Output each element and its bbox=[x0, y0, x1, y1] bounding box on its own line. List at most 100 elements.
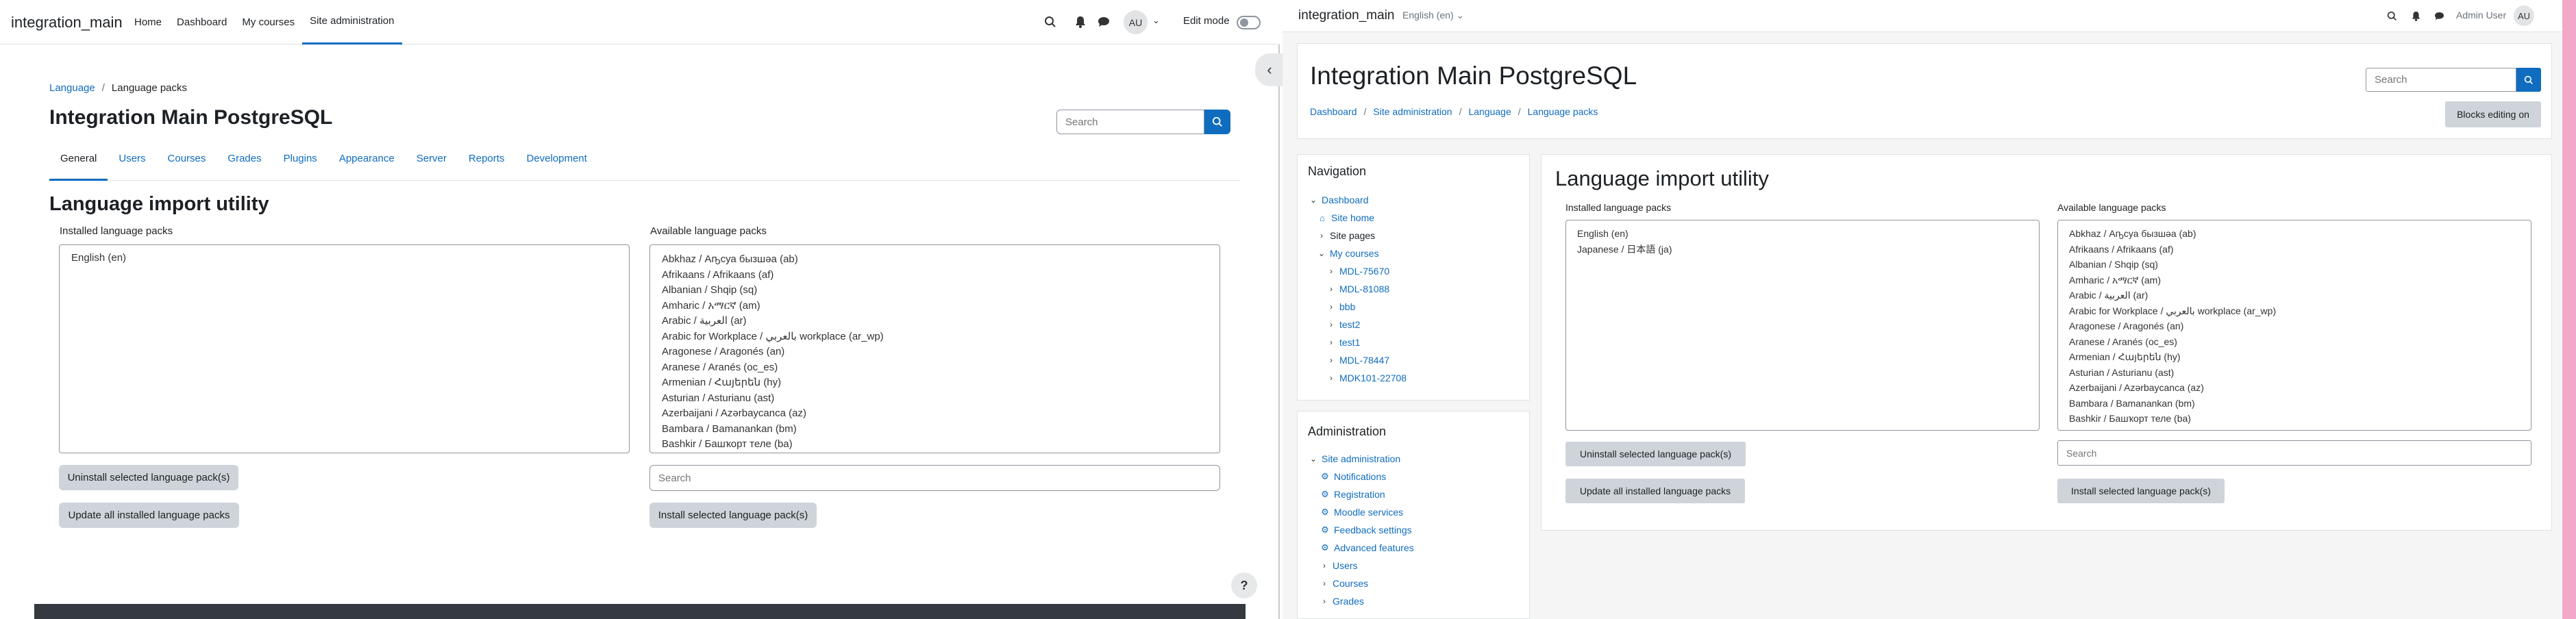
admin-tree-item[interactable]: › Users bbox=[1320, 560, 1358, 571]
available-pack-option[interactable]: Aranese / Aranés (oc_es) bbox=[662, 360, 1219, 376]
edit-mode-toggle[interactable] bbox=[1237, 16, 1261, 29]
nav-tree-label[interactable]: MDK101-22708 bbox=[1339, 372, 1407, 383]
nav-tree-item[interactable]: › bbb bbox=[1327, 301, 1355, 312]
nav-site-administration[interactable]: Site administration bbox=[302, 0, 402, 45]
available-pack-option[interactable]: Aragonese / Aragonés (an) bbox=[2069, 318, 2531, 334]
admin-tree-item[interactable]: ⚙ Moodle services bbox=[1320, 507, 1403, 518]
nav-tree-label[interactable]: bbb bbox=[1339, 301, 1355, 312]
available-pack-option[interactable]: Afrikaans / Afrikaans (af) bbox=[662, 268, 1219, 283]
nav-tree-item[interactable]: ⌂ Site home bbox=[1317, 212, 1374, 223]
available-packs-list[interactable]: Abkhaz / Аҧсуа бызшәа (ab) Afrikaans / A… bbox=[649, 244, 1220, 453]
language-menu[interactable]: English (en) ⌄ bbox=[1402, 10, 1464, 21]
installed-pack-option[interactable]: English (en) bbox=[1577, 226, 2039, 242]
available-pack-option[interactable]: Amharic / አማርኛ (am) bbox=[2069, 273, 2531, 288]
available-pack-option[interactable]: Bambara / Bamanankan (bm) bbox=[2069, 396, 2531, 412]
nav-tree-label[interactable]: Site home bbox=[1331, 212, 1374, 223]
admin-search-button[interactable] bbox=[2516, 68, 2541, 92]
admin-search-input[interactable] bbox=[1056, 110, 1204, 134]
nav-tree-label[interactable]: test1 bbox=[1339, 337, 1360, 348]
nav-tree-item[interactable]: › MDL-78447 bbox=[1327, 355, 1389, 366]
admin-search-button[interactable] bbox=[1204, 110, 1230, 134]
site-brand[interactable]: integration_main bbox=[11, 14, 123, 31]
tab-reports[interactable]: Reports bbox=[458, 145, 516, 180]
available-pack-option[interactable]: Abkhaz / Аҧсуа бызшәа (ab) bbox=[2069, 226, 2531, 242]
available-pack-option[interactable]: Aranese / Aranés (oc_es) bbox=[2069, 334, 2531, 350]
nav-tree-label[interactable]: My courses bbox=[1330, 248, 1379, 259]
installed-packs-list[interactable]: English (en) bbox=[59, 244, 630, 453]
admin-tree-label[interactable]: Feedback settings bbox=[1334, 525, 1412, 535]
nav-tree-item[interactable]: › MDL-81088 bbox=[1327, 283, 1389, 294]
admin-tree-label[interactable]: Grades bbox=[1333, 596, 1364, 607]
available-pack-option[interactable]: Arabic / العربية (ar) bbox=[2069, 288, 2531, 303]
admin-tree-item[interactable]: ⚙ Advanced features bbox=[1320, 542, 1414, 553]
nav-tree-item[interactable]: › MDK101-22708 bbox=[1327, 372, 1407, 383]
admin-tree-item[interactable]: › Courses bbox=[1320, 578, 1368, 589]
admin-tree-label[interactable]: Courses bbox=[1333, 578, 1368, 589]
admin-tree-item[interactable]: ⌄ Site administration bbox=[1309, 453, 1400, 464]
installed-packs-list[interactable]: English (en) Japanese / 日本語 (ja) bbox=[1565, 220, 2040, 431]
available-pack-option[interactable]: Aragonese / Aragonés (an) bbox=[662, 344, 1219, 360]
available-pack-option[interactable]: Azerbaijani / Azərbaycanca (az) bbox=[662, 406, 1219, 422]
uninstall-packs-button[interactable]: Uninstall selected language pack(s) bbox=[59, 465, 238, 490]
nav-tree-label[interactable]: MDL-75670 bbox=[1339, 266, 1389, 277]
nav-home[interactable]: Home bbox=[127, 0, 169, 45]
admin-tree-label[interactable]: Moodle services bbox=[1334, 507, 1403, 518]
open-block-drawer-chevron-left-icon[interactable]: ‹ bbox=[1255, 53, 1284, 86]
nav-my-courses[interactable]: My courses bbox=[234, 0, 302, 45]
admin-tree-item[interactable]: ⚙ Notifications bbox=[1320, 471, 1386, 482]
admin-tree-label[interactable]: Notifications bbox=[1334, 471, 1386, 482]
admin-tree-item[interactable]: ⚙ Feedback settings bbox=[1320, 525, 1412, 535]
available-pack-option[interactable]: Armenian / Հայերեն (hy) bbox=[2069, 349, 2531, 365]
available-pack-option[interactable]: Bashkir / Башҡорт теле (ba) bbox=[662, 437, 1219, 453]
admin-tree-label[interactable]: Advanced features bbox=[1334, 542, 1414, 553]
breadcrumb-language[interactable]: Language bbox=[1468, 106, 1511, 117]
available-pack-option[interactable]: Asturian / Asturianu (ast) bbox=[2069, 365, 2531, 381]
available-pack-option[interactable]: Arabic for Workplace / بالعربي workplace… bbox=[662, 329, 1219, 345]
notifications-bell-icon[interactable] bbox=[2410, 10, 2422, 22]
available-pack-option[interactable]: Asturian / Asturianu (ast) bbox=[662, 391, 1219, 407]
nav-dashboard[interactable]: Dashboard bbox=[169, 0, 234, 45]
available-pack-option[interactable]: Afrikaans / Afrikaans (af) bbox=[2069, 242, 2531, 257]
available-pack-option[interactable]: Arabic / العربية (ar) bbox=[662, 314, 1219, 329]
admin-search-input[interactable] bbox=[2366, 68, 2516, 92]
uninstall-packs-button[interactable]: Uninstall selected language pack(s) bbox=[1565, 442, 1746, 466]
update-packs-button[interactable]: Update all installed language packs bbox=[1565, 479, 1745, 503]
help-button[interactable]: ? bbox=[1231, 572, 1257, 598]
breadcrumb-dashboard[interactable]: Dashboard bbox=[1310, 106, 1357, 117]
blocks-editing-button[interactable]: Blocks editing on bbox=[2445, 101, 2541, 127]
nav-tree-label[interactable]: MDL-78447 bbox=[1339, 355, 1389, 366]
admin-tree-item[interactable]: › Grades bbox=[1320, 596, 1364, 607]
available-packs-list[interactable]: Abkhaz / Аҧсуа бызшәа (ab) Afrikaans / A… bbox=[2057, 220, 2531, 431]
nav-tree-item[interactable]: ⌄ Dashboard bbox=[1309, 194, 1369, 205]
available-pack-option[interactable]: Bambara / Bamanankan (bm) bbox=[662, 422, 1219, 438]
nav-tree-item[interactable]: › Site pages bbox=[1317, 230, 1375, 241]
search-icon[interactable] bbox=[1043, 15, 1057, 29]
breadcrumb-language-packs[interactable]: Language packs bbox=[1528, 106, 1598, 117]
tab-plugins[interactable]: Plugins bbox=[273, 145, 328, 180]
install-packs-button[interactable]: Install selected language pack(s) bbox=[649, 503, 817, 528]
nav-tree-label[interactable]: MDL-81088 bbox=[1339, 283, 1389, 294]
available-pack-option[interactable]: Bashkir / Башҡорт теле (ba) bbox=[2069, 411, 2531, 427]
installed-pack-option[interactable]: Japanese / 日本語 (ja) bbox=[1577, 242, 2039, 257]
nav-tree-item[interactable]: ⌄ My courses bbox=[1317, 248, 1379, 259]
admin-tree-label[interactable]: Site administration bbox=[1322, 453, 1400, 464]
tab-users[interactable]: Users bbox=[108, 145, 156, 180]
nav-tree-item[interactable]: › test1 bbox=[1327, 337, 1360, 348]
available-pack-option[interactable]: Albanian / Shqip (sq) bbox=[2069, 257, 2531, 273]
update-packs-button[interactable]: Update all installed language packs bbox=[59, 503, 239, 528]
user-menu-chevron-down-icon[interactable]: ⌄ bbox=[1152, 15, 1160, 26]
available-packs-search-input[interactable] bbox=[2057, 440, 2531, 466]
available-pack-option[interactable]: Armenian / Հայերեն (hy) bbox=[662, 375, 1219, 391]
tab-development[interactable]: Development bbox=[515, 145, 597, 180]
tab-courses[interactable]: Courses bbox=[157, 145, 217, 180]
admin-tree-item[interactable]: ⚙ Registration bbox=[1320, 489, 1385, 500]
available-pack-option[interactable]: Abkhaz / Аҧсуа бызшәа (ab) bbox=[662, 252, 1219, 268]
notifications-bell-icon[interactable] bbox=[1074, 15, 1087, 29]
nav-tree-label[interactable]: test2 bbox=[1339, 319, 1360, 330]
user-avatar[interactable]: AU bbox=[1124, 10, 1148, 34]
tab-general[interactable]: General bbox=[49, 145, 108, 181]
nav-tree-item[interactable]: › test2 bbox=[1327, 319, 1360, 330]
install-packs-button[interactable]: Install selected language pack(s) bbox=[2057, 479, 2225, 503]
admin-tree-label[interactable]: Registration bbox=[1334, 489, 1385, 500]
available-pack-option[interactable]: Arabic for Workplace / بالعربي workplace… bbox=[2069, 303, 2531, 319]
